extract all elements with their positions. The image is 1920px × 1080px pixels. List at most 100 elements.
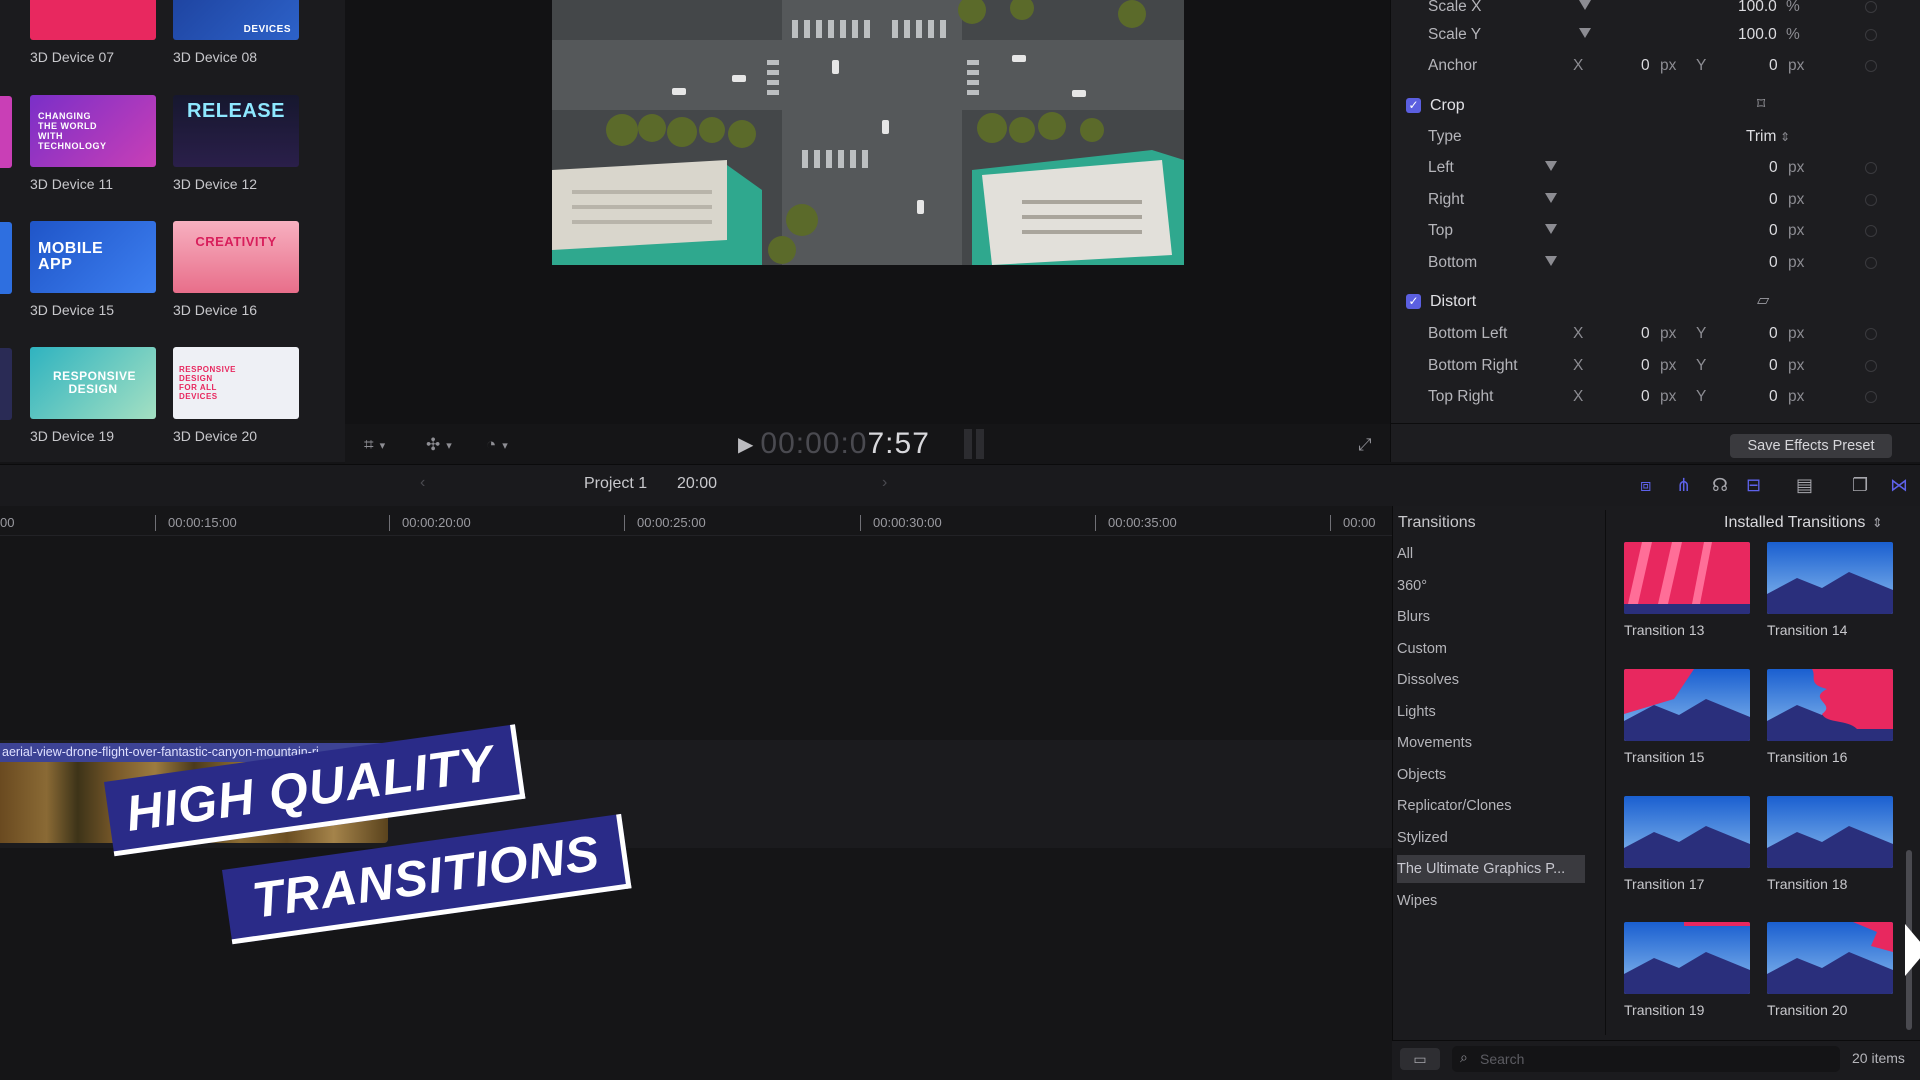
category-replicator-clones[interactable]: Replicator/Clones — [1397, 792, 1585, 820]
chevron-down-icon: ▾ — [502, 439, 508, 452]
crop-tool-menu[interactable]: ⌗ ▾ — [364, 432, 385, 458]
distort-y-value[interactable]: 0 — [1769, 357, 1778, 375]
inspector-divider — [1390, 423, 1920, 424]
play-icon[interactable]: ▶ — [738, 432, 754, 457]
browser-tile[interactable]: MOBILE APP 3D Device 15 — [30, 221, 156, 318]
category-custom[interactable]: Custom — [1397, 635, 1585, 663]
category-wipes[interactable]: Wipes — [1397, 887, 1585, 915]
slider-knob[interactable] — [1545, 161, 1557, 171]
distort-y-value[interactable]: 0 — [1769, 325, 1778, 343]
keyframe-icon[interactable] — [1865, 225, 1877, 237]
category-objects[interactable]: Objects — [1397, 761, 1585, 789]
keyframe-icon[interactable] — [1865, 391, 1877, 403]
distort-onscreen-control-icon[interactable]: ▱ — [1757, 290, 1769, 310]
crop-bottom-value[interactable]: 0 — [1769, 254, 1778, 272]
video-preview[interactable] — [552, 0, 1184, 265]
browser-tile[interactable]: RESPONSIVE DESIGN 3D Device 19 — [30, 347, 156, 444]
category-movements[interactable]: Movements — [1397, 729, 1585, 757]
updown-chevron-icon[interactable]: ⇕ — [1780, 130, 1790, 144]
category-all[interactable]: All — [1397, 540, 1585, 568]
clipped-thumbnail[interactable] — [0, 96, 12, 168]
crop-type-select[interactable]: Trim — [1746, 128, 1776, 146]
keyframe-icon[interactable] — [1865, 328, 1877, 340]
clipped-thumbnail[interactable] — [0, 348, 12, 420]
keyframe-icon[interactable] — [1865, 60, 1877, 72]
forward-arrow-icon[interactable]: › — [882, 474, 887, 492]
clipped-thumbnail[interactable] — [0, 222, 12, 294]
distort-x-value[interactable]: 0 — [1641, 357, 1650, 375]
crop-right-value[interactable]: 0 — [1769, 191, 1778, 209]
distort-section-header[interactable]: ✓ Distort — [1398, 287, 1898, 317]
transition-thumbnail[interactable] — [1767, 796, 1893, 868]
transition-thumbnail[interactable] — [1767, 922, 1893, 994]
slider-knob[interactable] — [1545, 193, 1557, 203]
keyframe-icon[interactable] — [1865, 29, 1877, 41]
browser-tile[interactable]: DEVICES 3D Device 08 — [173, 0, 299, 65]
browser-tile[interactable]: CREATIVITY 3D Device 16 — [173, 221, 299, 318]
keyframe-icon[interactable] — [1865, 162, 1877, 174]
category-stylized[interactable]: Stylized — [1397, 824, 1585, 852]
slider-knob[interactable] — [1579, 0, 1591, 10]
keyframe-icon[interactable] — [1865, 194, 1877, 206]
transition-thumbnail[interactable] — [1767, 669, 1893, 741]
browser-tile[interactable]: RELEASE 3D Device 12 — [173, 95, 299, 192]
keyframe-icon[interactable] — [1865, 360, 1877, 372]
distort-x-value[interactable]: 0 — [1641, 388, 1650, 406]
transition-thumbnail[interactable] — [1624, 922, 1750, 994]
category-lights[interactable]: Lights — [1397, 698, 1585, 726]
crop-onscreen-control-icon[interactable]: ⌑ — [1757, 94, 1765, 114]
effects-browser-icon[interactable]: ▤ — [1796, 475, 1813, 496]
window-icon[interactable]: ❐ — [1852, 475, 1868, 496]
crop-section-header[interactable]: ✓ Crop — [1398, 91, 1898, 121]
crop-left-value[interactable]: 0 — [1769, 159, 1778, 177]
category-dissolves[interactable]: Dissolves — [1397, 666, 1585, 694]
transition-thumbnail[interactable] — [1767, 542, 1893, 614]
distort-x-value[interactable]: 0 — [1641, 325, 1650, 343]
slider-knob[interactable] — [1545, 256, 1557, 266]
clip-appearance-icon[interactable]: ⧈ — [1640, 475, 1651, 496]
slider-knob[interactable] — [1545, 224, 1557, 234]
transition-label: Transition 14 — [1767, 622, 1848, 638]
crop-right-row: Right 0 px — [1428, 185, 1898, 215]
tile-label: 3D Device 15 — [30, 302, 115, 318]
category-blurs[interactable]: Blurs — [1397, 603, 1585, 631]
transitions-search-field[interactable]: ⌕ Search — [1452, 1046, 1840, 1072]
snapping-icon[interactable]: ⊟ — [1746, 475, 1761, 496]
transitions-browser-icon[interactable]: ⋈ — [1890, 475, 1908, 496]
crop-left-unit: px — [1788, 159, 1805, 176]
timecode-display[interactable]: ▶ 00:00:0 7:57 — [738, 427, 984, 461]
back-arrow-icon[interactable]: ‹ — [420, 474, 425, 492]
headphones-icon[interactable]: ☊ — [1712, 475, 1728, 496]
timecode-value: 7:57 — [867, 427, 930, 460]
installed-transitions-select[interactable]: Installed Transitions ⇕ — [1724, 514, 1883, 532]
category-360[interactable]: 360° — [1397, 572, 1585, 600]
scale-x-value[interactable]: 100.0 — [1738, 0, 1777, 16]
browser-tile[interactable]: CHANGING THE WORLD WITH TECHNOLOGY 3D De… — [30, 95, 156, 192]
category-ultimate-graphics-pack[interactable]: The Ultimate Graphics P... — [1397, 855, 1585, 883]
distort-y-value[interactable]: 0 — [1769, 388, 1778, 406]
y-axis-label: Y — [1696, 388, 1707, 405]
slider-knob[interactable] — [1579, 28, 1591, 38]
sidebar-toggle-button[interactable]: ▭ — [1400, 1048, 1440, 1070]
save-effects-preset-button[interactable]: Save Effects Preset — [1730, 434, 1892, 458]
keyframe-icon[interactable] — [1865, 1, 1877, 13]
transition-thumbnail[interactable] — [1624, 542, 1750, 614]
fullscreen-button[interactable]: ⤢ — [1358, 432, 1372, 458]
scale-y-value[interactable]: 100.0 — [1738, 26, 1777, 44]
transition-thumbnail[interactable] — [1624, 669, 1750, 741]
tile-thumbnail: RELEASE — [173, 95, 299, 167]
crop-enable-checkbox[interactable]: ✓ — [1406, 98, 1421, 113]
anchor-x-value[interactable]: 0 — [1641, 57, 1650, 75]
transition-thumbnail[interactable] — [1624, 796, 1750, 868]
keyframe-icon[interactable] — [1865, 257, 1877, 269]
transform-tool-menu[interactable]: ✣ ▾ — [426, 432, 452, 458]
anchor-y-value[interactable]: 0 — [1769, 57, 1778, 75]
distort-enable-checkbox[interactable]: ✓ — [1406, 294, 1421, 309]
browser-tile[interactable]: 3D Device 07 — [30, 0, 156, 65]
crop-type-label: Type — [1428, 128, 1462, 145]
crop-top-value[interactable]: 0 — [1769, 222, 1778, 240]
transition-label: Transition 19 — [1624, 1002, 1705, 1018]
browser-tile[interactable]: RESPONSIVE DESIGN FOR ALL DEVICES 3D Dev… — [173, 347, 299, 444]
speed-tool-menu[interactable]: ◔ ▾ — [486, 432, 508, 458]
audio-waveform-icon[interactable]: ⋔ — [1676, 475, 1691, 496]
